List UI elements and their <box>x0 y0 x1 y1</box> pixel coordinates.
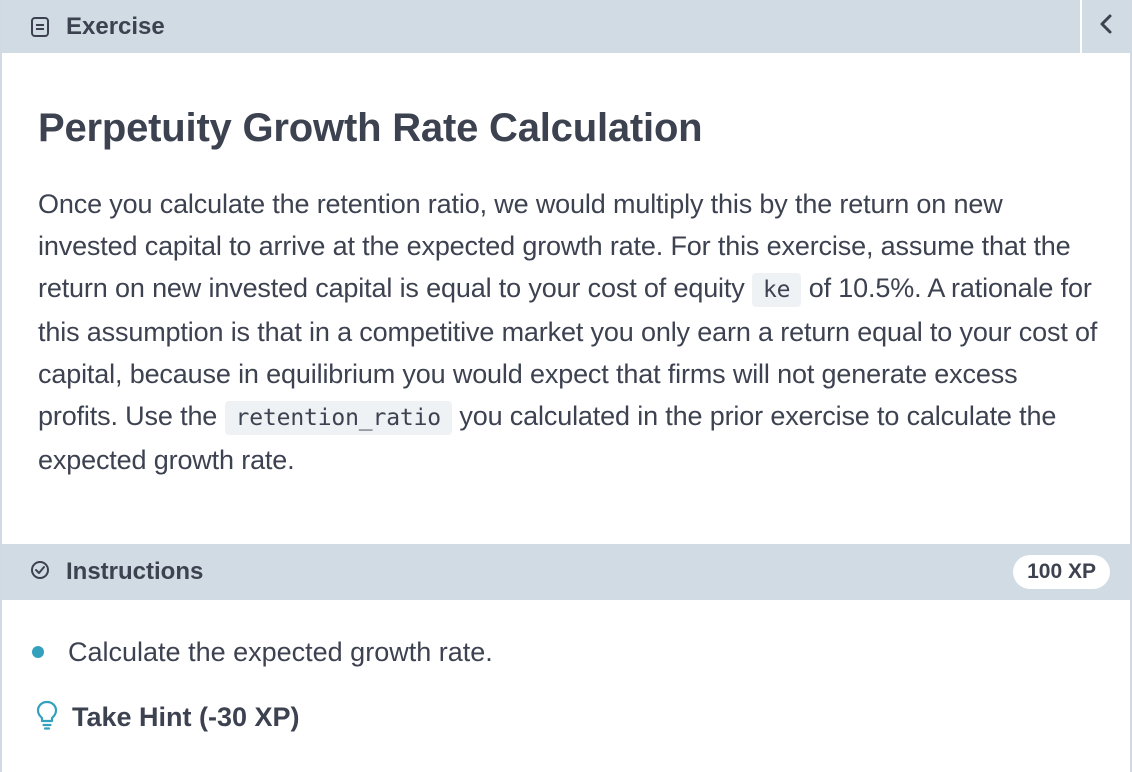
collapse-panel-button[interactable] <box>1080 0 1130 53</box>
instructions-header-bar: Instructions 100 XP <box>2 544 1130 600</box>
tab-instructions[interactable]: Instructions <box>2 558 1013 586</box>
tab-exercise-label: Exercise <box>66 12 165 40</box>
instructions-list: Calculate the expected growth rate. <box>30 630 1090 674</box>
bullet-icon <box>32 646 44 658</box>
instruction-text: Calculate the expected growth rate. <box>68 637 493 667</box>
take-hint-button[interactable]: Take Hint (-30 XP) <box>36 700 300 735</box>
document-icon <box>30 16 50 37</box>
lightbulb-icon <box>36 700 58 735</box>
exercise-header-bar: Exercise <box>2 0 1130 53</box>
chevron-left-icon <box>1098 12 1114 41</box>
code-ke: ke <box>751 273 802 307</box>
tab-exercise[interactable]: Exercise <box>2 0 1080 53</box>
exercise-panel: Exercise Perpetuity Growth Rate Calculat… <box>0 0 1132 772</box>
exercise-description: Once you calculate the retention ratio, … <box>38 183 1098 481</box>
code-retention-ratio: retention_ratio <box>224 401 452 435</box>
tab-instructions-label: Instructions <box>66 558 204 585</box>
exercise-title: Perpetuity Growth Rate Calculation <box>38 106 703 150</box>
check-circle-icon <box>30 560 50 585</box>
xp-badge: 100 XP <box>1013 555 1110 589</box>
exercise-content: Perpetuity Growth Rate Calculation Once … <box>38 100 1098 481</box>
take-hint-label: Take Hint (-30 XP) <box>72 702 300 732</box>
list-item: Calculate the expected growth rate. <box>30 630 1090 674</box>
